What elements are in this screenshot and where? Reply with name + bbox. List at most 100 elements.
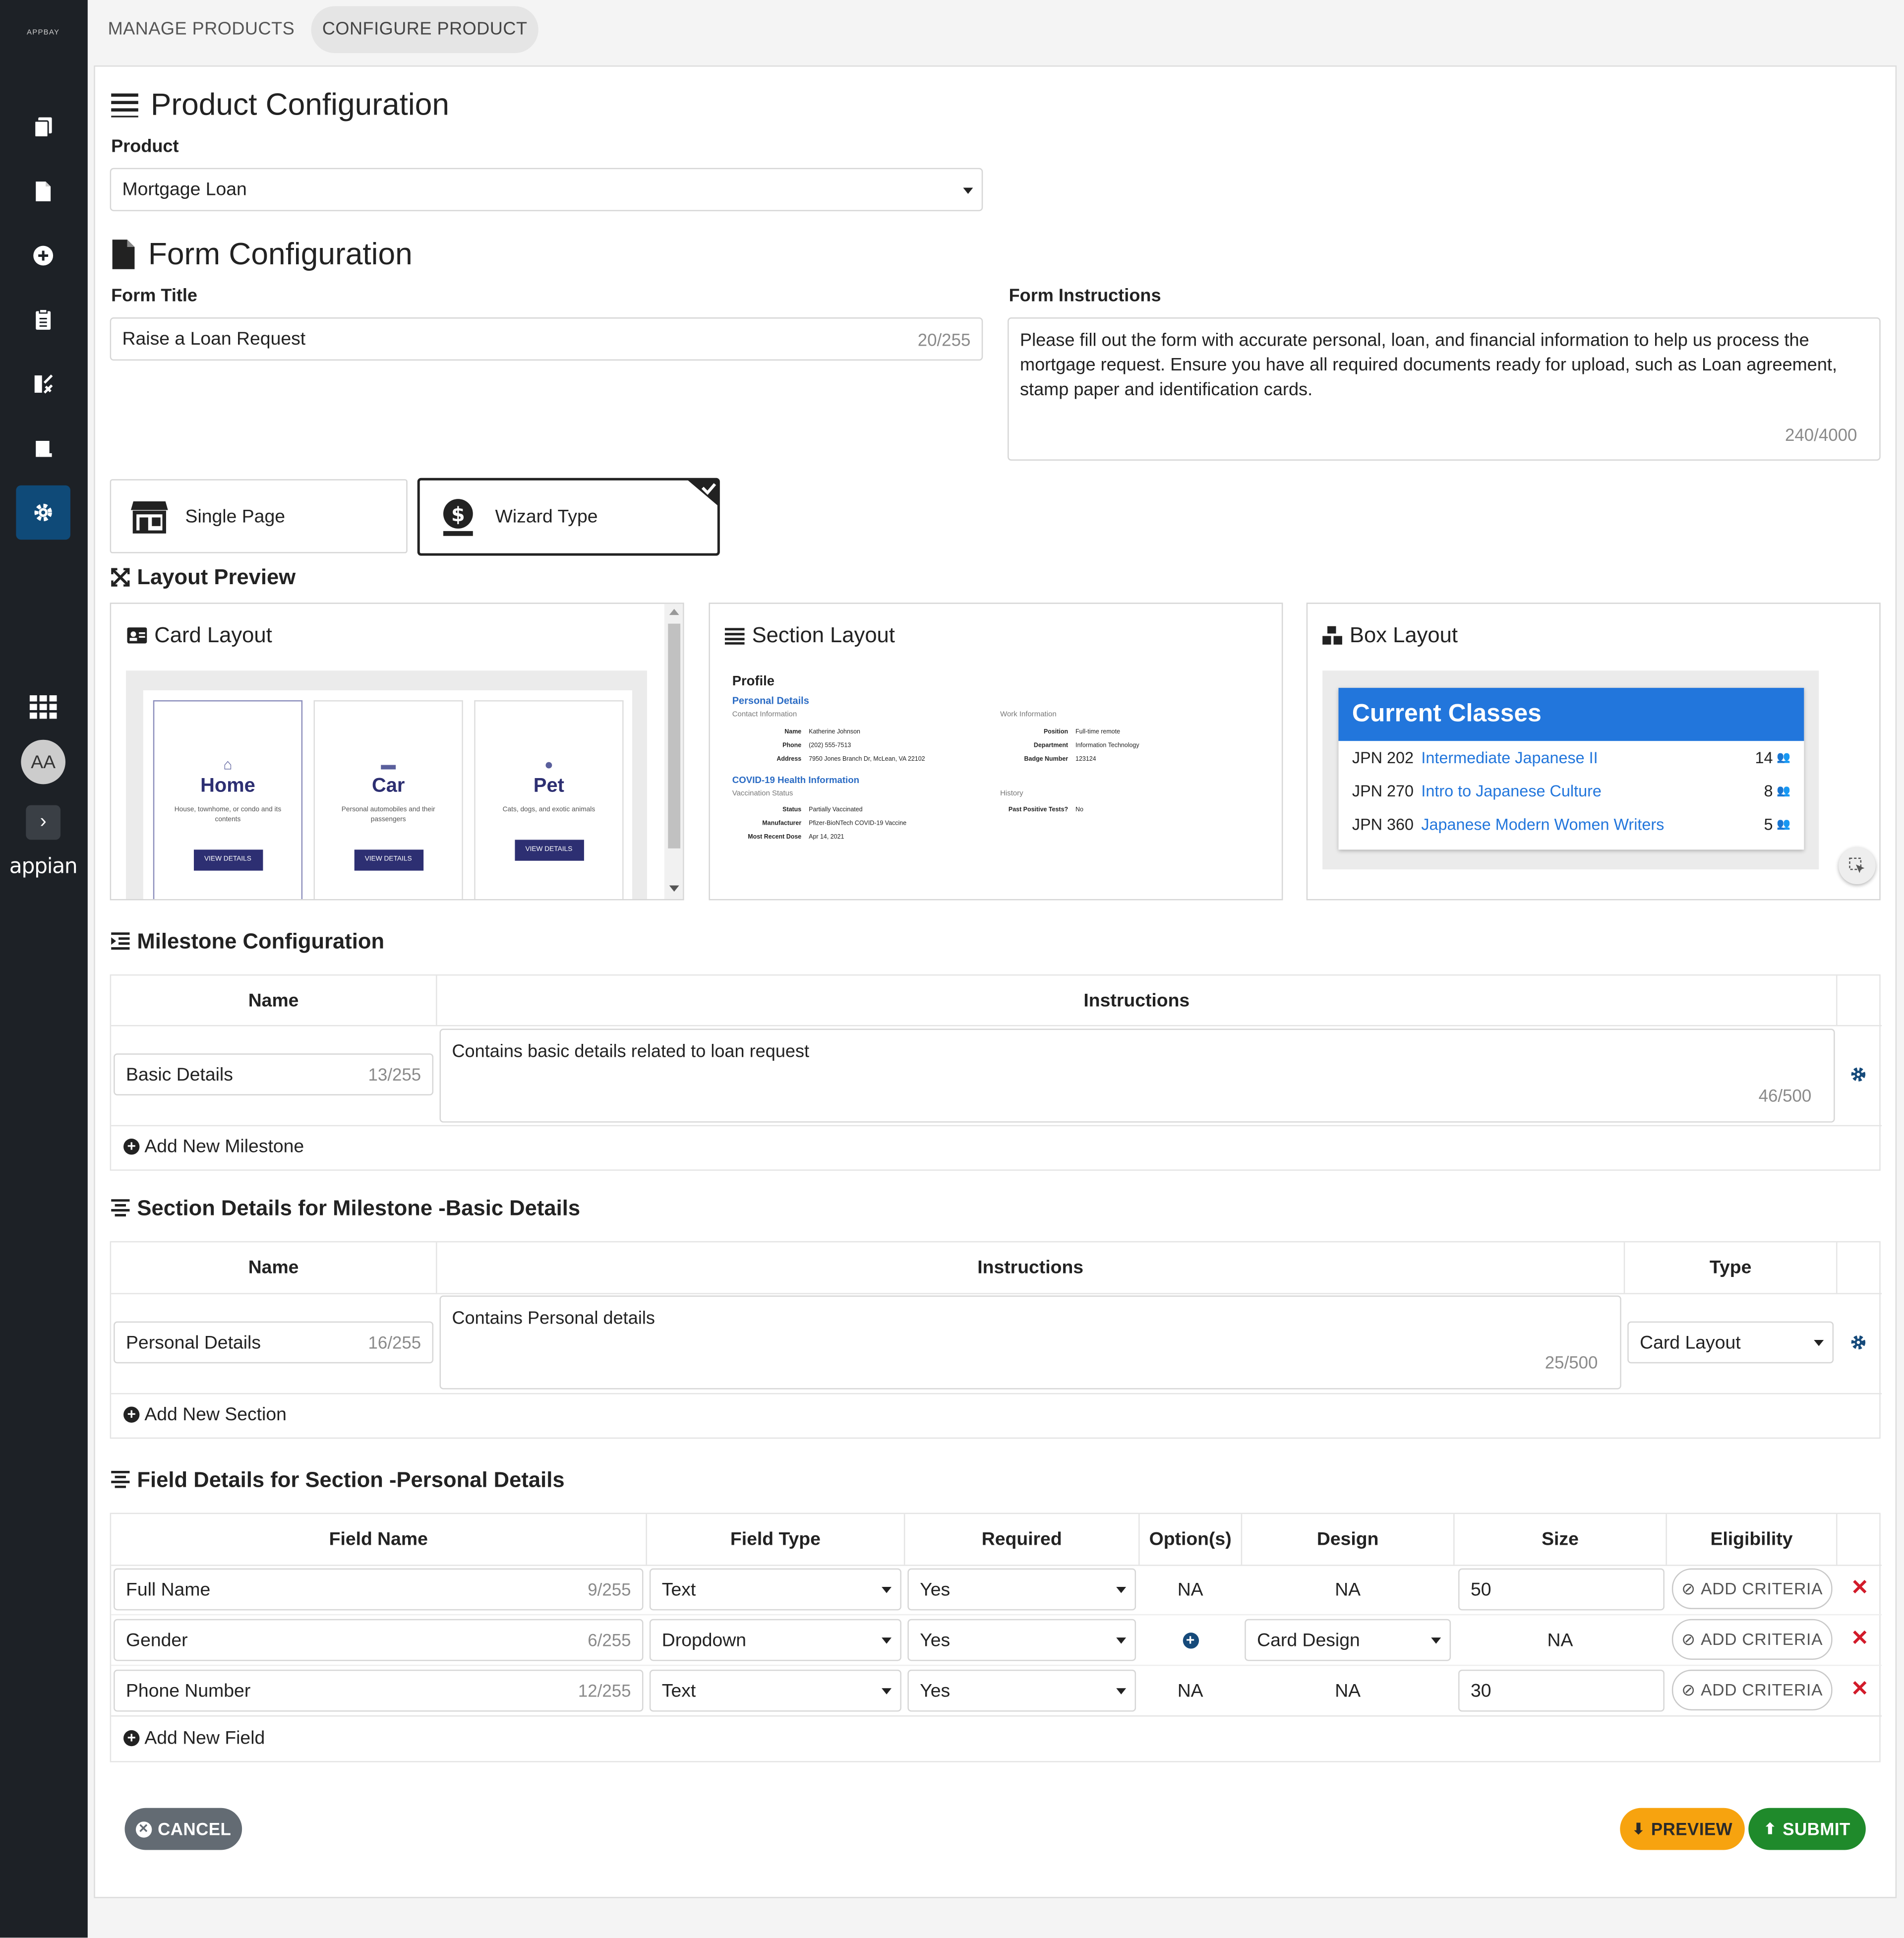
single-page-option[interactable]: Single Page — [110, 479, 408, 553]
page-title: Product Configuration — [150, 87, 450, 122]
char-counter: 46/500 — [1758, 1085, 1812, 1105]
required-select[interactable]: Yes — [907, 1669, 1136, 1712]
nav-tools-icon[interactable] — [16, 357, 70, 412]
mini-work: Work Information — [1000, 711, 1057, 719]
add-milestone-link[interactable]: + Add New Milestone — [123, 1136, 304, 1157]
form-title-value: Raise a Loan Request — [122, 328, 306, 350]
form-title-input[interactable]: Raise a Loan Request 20/255 — [110, 317, 983, 361]
nav-scroll-icon[interactable] — [16, 421, 70, 476]
list-icon — [111, 93, 138, 118]
add-criteria-button[interactable]: ⊘ ADD CRITERIA — [1671, 1669, 1833, 1711]
form-instructions-textarea[interactable]: Please fill out the form with accurate p… — [1008, 317, 1881, 461]
preview-button[interactable]: ⬇ PREVIEW — [1620, 1808, 1745, 1850]
svg-text:$: $ — [451, 503, 465, 526]
add-section-label: Add New Section — [144, 1404, 287, 1425]
field-table: Field Name Field Type Required Option(s)… — [110, 1513, 1882, 1762]
divider — [111, 1614, 1882, 1616]
field-name-input[interactable]: Gender 6/255 — [114, 1619, 644, 1661]
field-details-heading: Field Details for Section -Personal Deta… — [111, 1466, 565, 1493]
select-pointer-icon[interactable] — [1839, 847, 1876, 885]
field-name-input[interactable]: Full Name 9/255 — [114, 1568, 644, 1611]
milestone-instructions-textarea[interactable]: Contains basic details related to loan r… — [439, 1029, 1835, 1123]
divider — [903, 1514, 905, 1565]
form-title-label: Form Title — [111, 286, 198, 306]
section-instructions-value: Contains Personal details — [452, 1309, 655, 1329]
tab-configure-product[interactable]: CONFIGURE PRODUCT — [311, 6, 538, 54]
required-select[interactable]: Yes — [907, 1568, 1136, 1611]
nav-copy-icon[interactable] — [16, 100, 70, 155]
nav-clipboard-icon[interactable] — [16, 293, 70, 347]
brand-text: APPBAY — [27, 29, 60, 37]
brand-logo: APPBAY — [7, 30, 79, 37]
cancel-label: CANCEL — [158, 1819, 232, 1839]
field-type-select[interactable]: Text — [649, 1669, 901, 1712]
card-name: Car — [371, 775, 405, 797]
add-option-button[interactable]: + — [1140, 1619, 1241, 1661]
product-config-heading: Product Configuration — [111, 84, 449, 126]
mini-val: (202) 555-7513 — [809, 742, 851, 750]
delete-row-icon[interactable]: ✕ — [1851, 1627, 1868, 1651]
box-layout-title: Box Layout — [1349, 622, 1458, 647]
size-value: 50 — [1470, 1578, 1491, 1600]
required-select[interactable]: Yes — [907, 1619, 1136, 1661]
section-layout-title: Section Layout — [752, 622, 895, 647]
add-criteria-button[interactable]: ⊘ ADD CRITERIA — [1671, 1619, 1833, 1660]
section-layout-preview[interactable]: Section Layout Profile Personal Details … — [709, 603, 1283, 901]
outdent-icon — [111, 932, 130, 950]
section-type-select[interactable]: Card Layout — [1627, 1321, 1834, 1364]
product-select[interactable]: Mortgage Loan — [110, 168, 983, 211]
class-name: Intermediate Japanese II — [1421, 748, 1598, 767]
avatar[interactable]: AA — [21, 739, 65, 785]
scroll-thumb[interactable] — [668, 623, 681, 848]
card-name: Home — [200, 775, 255, 797]
gear-icon[interactable] — [1849, 1066, 1867, 1089]
classes-header: Current Classes — [1338, 688, 1804, 741]
design-select[interactable]: Card Design — [1245, 1619, 1451, 1661]
class-code: JPN 270 — [1352, 782, 1414, 800]
mini-val: No — [1075, 806, 1084, 814]
nav-add-icon[interactable] — [16, 229, 70, 283]
submit-button[interactable]: ⬆ SUBMIT — [1748, 1808, 1866, 1850]
card-layout-preview[interactable]: Card Layout ⌂ Home House, townhome, or c… — [110, 603, 684, 901]
delete-row-icon[interactable]: ✕ — [1851, 1677, 1868, 1702]
mini-personal: Personal Details — [732, 695, 809, 707]
expand-icon — [111, 567, 130, 586]
box-layout-preview[interactable]: Box Layout Current Classes JPN 202 Interm… — [1306, 603, 1881, 901]
class-row: JPN 360 Japanese Modern Women Writers 5 👥 — [1338, 808, 1804, 841]
add-criteria-button[interactable]: ⊘ ADD CRITERIA — [1671, 1568, 1833, 1609]
box-layout-title-row: Box Layout — [1322, 622, 1458, 648]
scroll-up-icon[interactable] — [669, 608, 679, 615]
field-name-input[interactable]: Phone Number 12/255 — [114, 1669, 644, 1712]
milestone-name-input[interactable]: Basic Details 13/255 — [114, 1053, 434, 1095]
field-type-select[interactable]: Dropdown — [649, 1619, 901, 1661]
char-counter: 20/255 — [917, 329, 971, 349]
mini-profile: Profile — [732, 674, 775, 689]
design-value: NA — [1335, 1680, 1361, 1701]
view-details-button: VIEW DETAILS — [193, 849, 263, 871]
tab-manage-products[interactable]: MANAGE PRODUCTS — [96, 6, 306, 53]
cancel-button[interactable]: ✕ CANCEL — [124, 1808, 242, 1850]
section-name-input[interactable]: Personal Details 16/255 — [114, 1321, 434, 1364]
section-instructions-textarea[interactable]: Contains Personal details 25/500 — [439, 1295, 1621, 1390]
expand-sidebar-button[interactable]: › — [26, 805, 61, 840]
size-input[interactable]: 50 — [1458, 1568, 1665, 1611]
check-circle-icon: ⊘ — [1681, 1629, 1696, 1648]
document-icon — [112, 240, 135, 269]
app-grid-icon[interactable] — [16, 680, 70, 735]
scrollbar[interactable] — [664, 604, 683, 899]
class-code: JPN 360 — [1352, 815, 1414, 834]
delete-row-icon[interactable]: ✕ — [1851, 1576, 1868, 1601]
wizard-type-option[interactable]: $ Wizard Type — [417, 478, 720, 556]
divider — [1453, 1514, 1455, 1565]
add-section-link[interactable]: + Add New Section — [123, 1404, 287, 1425]
gear-icon[interactable] — [1849, 1334, 1867, 1357]
class-name: Intro to Japanese Culture — [1421, 782, 1602, 800]
scroll-down-icon[interactable] — [669, 885, 679, 892]
field-type-select[interactable]: Text — [649, 1568, 901, 1611]
mini-key: Department — [1033, 742, 1069, 750]
nav-settings-icon[interactable] — [16, 485, 70, 540]
nav-document-icon[interactable] — [16, 164, 70, 219]
add-field-link[interactable]: + Add New Field — [123, 1728, 265, 1749]
column-header-name: Name — [248, 989, 299, 1011]
size-input[interactable]: 30 — [1458, 1669, 1665, 1712]
